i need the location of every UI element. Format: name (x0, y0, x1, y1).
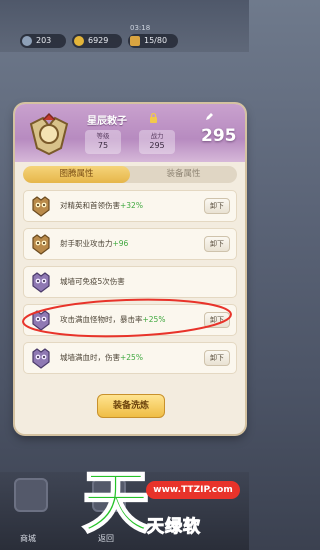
unload-button[interactable]: 卸下 (204, 350, 230, 366)
attribute-text: 城墙满血时，伤害+25% (60, 353, 143, 362)
level-stat: 等级 75 (85, 130, 121, 154)
attribute-text: 对精英和首领伤害+32% (60, 201, 143, 210)
totem-detail-modal: 星辰敕子 等级 75 战力 295 295 图腾属性 装备属性 对精英和首领伤害… (15, 104, 245, 434)
energy-value: 15/80 (144, 36, 168, 45)
attribute-text: 城墙可免疫5次伤害 (60, 277, 125, 286)
level-value: 75 (97, 141, 109, 150)
owl-totem-icon (32, 234, 50, 255)
level-label: 等级 (96, 132, 110, 140)
hero-name: 星辰敕子 (87, 116, 127, 127)
owl-totem-icon (32, 196, 50, 217)
gold-value: 6929 (88, 36, 109, 45)
attribute-text: 射手职业攻击力+96 (60, 239, 129, 248)
attribute-row: 射手职业攻击力+96 卸下 (23, 228, 237, 260)
power-value: 295 (149, 141, 165, 150)
lock-icon[interactable] (149, 113, 158, 123)
stone-counter[interactable]: 203 (20, 34, 66, 48)
edit-pencil-icon[interactable] (205, 112, 214, 121)
timer-text: 03:18 (130, 24, 151, 32)
power-label: 战力 (150, 132, 164, 140)
energy-counter[interactable]: 15/80 (128, 34, 178, 48)
attribute-tabs: 图腾属性 装备属性 (23, 166, 237, 183)
equipment-refine-button[interactable]: 装备洗炼 (97, 394, 165, 418)
purple-owl-totem-icon (32, 348, 50, 369)
hero-badge-icon (29, 112, 69, 156)
attribute-row: 城墙满血时，伤害+25% 卸下 (23, 342, 237, 374)
energy-icon (130, 36, 140, 46)
purple-owl-totem-icon (32, 272, 50, 293)
unload-button[interactable]: 卸下 (204, 236, 230, 252)
gold-coin-icon (74, 36, 84, 46)
watermark-url: www.TTZIP.com (146, 481, 240, 499)
tab-totem-attributes[interactable]: 图腾属性 (23, 166, 130, 183)
shop-tab-icon[interactable] (14, 478, 48, 512)
stone-value: 203 (36, 36, 52, 45)
tab-equipment-attributes[interactable]: 装备属性 (130, 166, 237, 183)
attribute-row: 对精英和首领伤害+32% 卸下 (23, 190, 237, 222)
attribute-row: 城墙可免疫5次伤害 (23, 266, 237, 298)
watermark-logo: 天 (81, 464, 151, 543)
gold-counter[interactable]: 6929 (72, 34, 122, 48)
power-stat: 战力 295 (139, 130, 175, 154)
watermark-text: 天绿软 (147, 517, 201, 538)
total-power-value: 295 (201, 126, 237, 146)
modal-header: 星辰敕子 等级 75 战力 295 295 (15, 104, 245, 162)
annotation-circle (22, 298, 232, 338)
stone-icon (22, 36, 32, 46)
unload-button[interactable]: 卸下 (204, 198, 230, 214)
shop-tab-label[interactable]: 商城 (20, 533, 36, 544)
